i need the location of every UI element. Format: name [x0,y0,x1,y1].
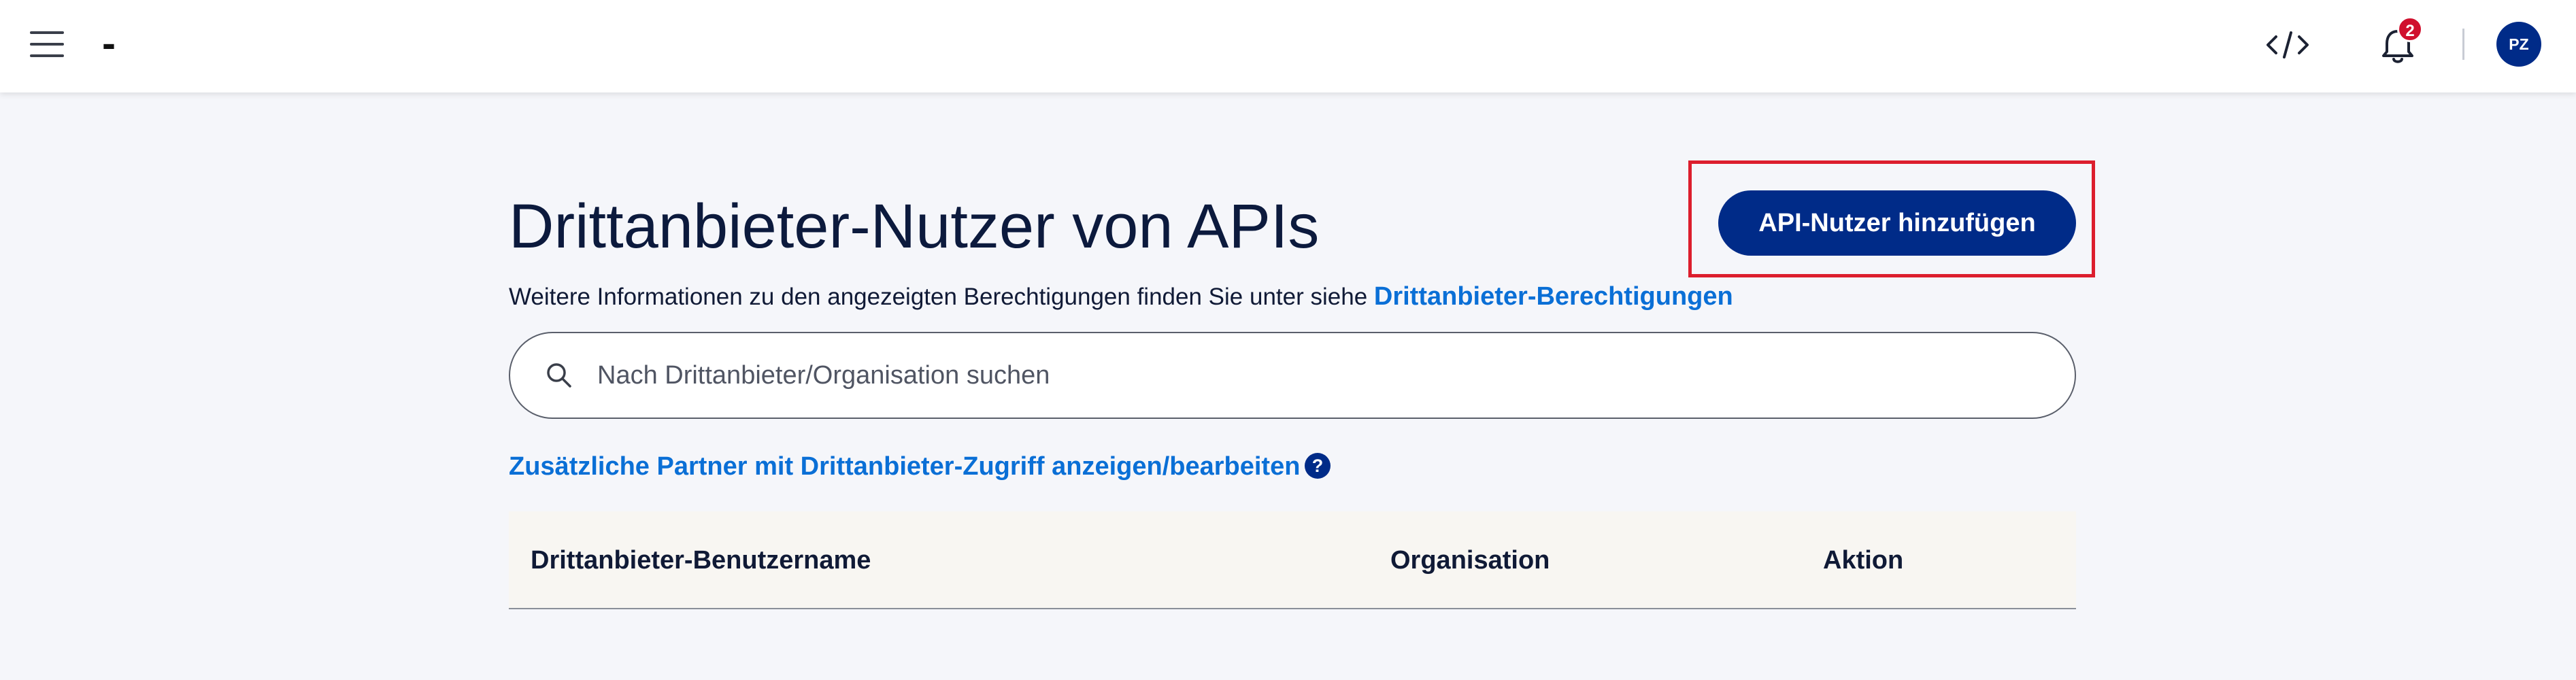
notification-badge: 2 [2397,16,2423,42]
help-icon[interactable]: ? [1305,453,1331,479]
app-title: - [102,20,116,66]
top-bar: - 2 PZ [0,0,2576,92]
info-text-label: Weitere Informationen zu den angezeigten… [509,284,1374,310]
page-title: Drittanbieter-Nutzer von APIs [509,192,1320,261]
code-icon[interactable] [2264,26,2311,64]
column-header-username[interactable]: Drittanbieter-Benutzername [531,545,871,575]
search-box [509,332,2076,419]
header-divider [2462,29,2464,60]
permissions-link[interactable]: Drittanbieter-Berechtigungen [1374,282,1733,311]
column-header-action: Aktion [1823,546,1904,575]
hamburger-menu-icon[interactable] [30,27,67,61]
search-input[interactable] [597,333,2026,418]
column-header-organisation[interactable]: Organisation [1390,545,1550,575]
additional-partners-link[interactable]: Zusätzliche Partner mit Drittanbieter-Zu… [509,450,1300,483]
user-avatar[interactable]: PZ [2496,22,2541,67]
info-text: Weitere Informationen zu den angezeigten… [509,282,1733,312]
search-icon [544,360,574,390]
add-api-user-button[interactable]: API-Nutzer hinzufügen [1718,190,2076,256]
table-header: Drittanbieter-Benutzername Organisation … [509,511,2076,609]
